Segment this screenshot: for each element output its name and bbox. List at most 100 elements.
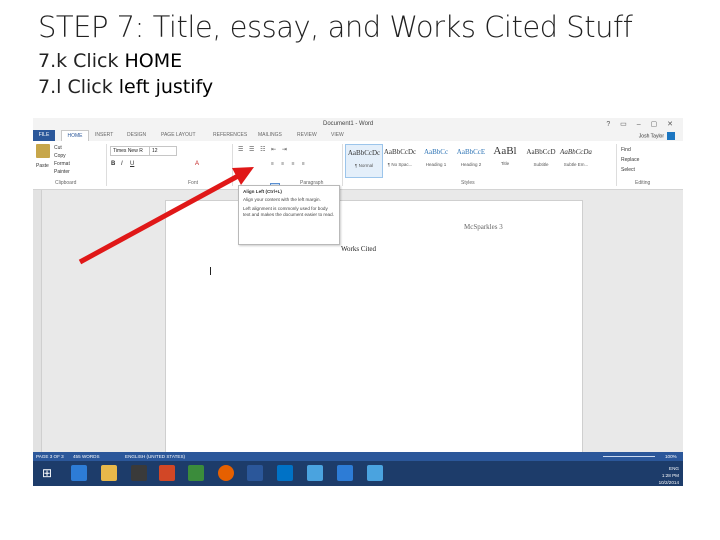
- style-sample: AaBbCcDc: [383, 148, 417, 156]
- settings-icon[interactable]: [307, 465, 323, 481]
- text-cursor: [210, 267, 211, 275]
- tab-view[interactable]: VIEW: [331, 132, 344, 138]
- windows-start-icon[interactable]: ⊞: [39, 465, 55, 481]
- user-account[interactable]: Josh Taylor: [639, 132, 675, 140]
- bold-icon[interactable]: B: [111, 161, 115, 167]
- style-normal[interactable]: AaBbCcDc ¶ Normal: [345, 144, 383, 178]
- style-name: Subtitle: [533, 162, 549, 167]
- paste-icon[interactable]: [36, 144, 50, 158]
- style-name: ¶ No Spac...: [387, 162, 413, 167]
- vertical-ruler: [33, 190, 42, 452]
- tray-time: 1:28 PM: [661, 473, 679, 478]
- style-sample: AaBbCc: [423, 148, 449, 156]
- tray-language: ENG: [669, 466, 679, 471]
- user-name: Josh Taylor: [638, 133, 664, 140]
- style-name: Heading 1: [425, 162, 447, 167]
- style-name: Title: [500, 161, 510, 166]
- tooltip-line: Left alignment is commonly used for body…: [243, 206, 334, 217]
- style-name: Heading 2: [460, 162, 482, 167]
- styles-group-label: Styles: [461, 180, 475, 186]
- title-bar: Document1 - Word ? ▭ – ▢ ✕: [33, 118, 683, 130]
- italic-icon[interactable]: I: [121, 161, 123, 167]
- app-icon[interactable]: [367, 465, 383, 481]
- style-sample: AaBbCcD: [526, 148, 556, 156]
- status-bar: PAGE 3 OF 3 455 WORDS ENGLISH (UNITED ST…: [33, 452, 683, 461]
- format-painter-button[interactable]: Format Painter: [54, 160, 70, 176]
- window-title: Document1 - Word: [323, 121, 374, 127]
- font-name-select[interactable]: Times New R: [110, 146, 150, 156]
- step-target: HOME: [124, 50, 183, 72]
- clipboard-label: Clipboard: [55, 180, 77, 186]
- zoom-slider[interactable]: [603, 456, 655, 457]
- step-instruction-home: 7.k Click HOME: [38, 50, 182, 72]
- powerpoint-icon[interactable]: [159, 465, 175, 481]
- copy-button[interactable]: Copy: [54, 152, 70, 160]
- style-heading-1[interactable]: AaBbCc Heading 1: [418, 144, 454, 176]
- style-sample: AaBbCcDc: [347, 149, 381, 157]
- calculator-icon[interactable]: [188, 465, 204, 481]
- word-count[interactable]: 455 WORDS: [73, 452, 100, 461]
- list-icons[interactable]: ☰ ☰ ☷ ⇤ ⇥: [238, 146, 289, 153]
- avatar: [667, 132, 675, 140]
- tab-review[interactable]: REVIEW: [297, 132, 317, 138]
- styles-gallery: AaBbCcDc ¶ Normal AaBbCcDc ¶ No Spac... Aa…: [345, 144, 595, 178]
- tab-insert[interactable]: INSERT: [95, 132, 113, 138]
- step-prefix: 7.k Click: [38, 50, 125, 72]
- firefox-icon[interactable]: [218, 465, 234, 481]
- internet-explorer-icon[interactable]: [337, 465, 353, 481]
- align-left-tooltip: Align Left (Ctrl+L) Align your content w…: [238, 185, 340, 245]
- divider: [106, 144, 107, 186]
- style-name: ¶ Normal: [354, 163, 374, 168]
- editing-group-label: Editing: [635, 180, 651, 186]
- underline-icon[interactable]: U: [130, 161, 134, 167]
- taskbar: ⊞ ENG 1:28 PM 10/2/2014: [33, 461, 683, 486]
- divider: [342, 144, 343, 186]
- tab-design[interactable]: DESIGN: [127, 132, 146, 138]
- page-header: McSparkles 3: [464, 223, 503, 231]
- select-button[interactable]: Select: [621, 165, 639, 175]
- zoom-level[interactable]: 100%: [665, 452, 677, 461]
- style-sample: AaBbCcDa: [560, 148, 592, 156]
- slide-title: STEP 7: Title, essay, and Works Cited St…: [38, 10, 633, 44]
- clipboard-group: Cut Copy Format Painter Paste: [36, 144, 70, 175]
- style-title[interactable]: AaBl Title: [487, 144, 523, 176]
- cut-button[interactable]: Cut: [54, 144, 70, 152]
- paste-button[interactable]: Paste: [36, 162, 49, 170]
- tab-references[interactable]: REFERENCES: [213, 132, 247, 138]
- step-prefix: 7.l Click: [38, 76, 119, 98]
- ribbon-tabs: FILE HOME INSERT DESIGN PAGE LAYOUT REFE…: [33, 130, 683, 142]
- tooltip-title: Align Left (Ctrl+L): [243, 189, 282, 194]
- language-status[interactable]: ENGLISH (UNITED STATES): [125, 452, 185, 461]
- tray-date: 10/2/2014: [658, 480, 679, 485]
- style-subtle-emphasis[interactable]: AaBbCcDa Subtle Em...: [558, 144, 594, 176]
- internet-explorer-icon[interactable]: [71, 465, 87, 481]
- page-count[interactable]: PAGE 3 OF 3: [36, 452, 64, 461]
- alignment-icons[interactable]: ≡ ≡ ≡ ≡: [271, 161, 308, 167]
- document-page[interactable]: McSparkles 3 Works Cited: [165, 200, 583, 454]
- window-controls[interactable]: ? ▭ – ▢ ✕: [606, 120, 677, 128]
- file-explorer-icon[interactable]: [101, 465, 117, 481]
- tooltip-line: Align your content with the left margin.: [243, 197, 321, 202]
- style-subtitle[interactable]: AaBbCcD Subtitle: [523, 144, 559, 176]
- divider: [232, 144, 233, 186]
- system-tray[interactable]: ENG 1:28 PM 10/2/2014: [659, 465, 679, 486]
- style-name: Subtle Em...: [563, 162, 589, 167]
- style-no-spacing[interactable]: AaBbCcDc ¶ No Spac...: [382, 144, 418, 176]
- font-size-select[interactable]: 12: [149, 146, 177, 156]
- media-icon[interactable]: [131, 465, 147, 481]
- tab-file[interactable]: FILE: [33, 130, 55, 141]
- tab-page-layout[interactable]: PAGE LAYOUT: [161, 132, 196, 138]
- outlook-icon[interactable]: [277, 465, 293, 481]
- style-sample: AaBl: [493, 145, 517, 157]
- style-heading-2[interactable]: AaBbCcE Heading 2: [453, 144, 489, 176]
- step-instruction-left-justify: 7.l Click left justify: [38, 76, 213, 98]
- editing-group: Find Replace Select: [621, 145, 639, 175]
- find-button[interactable]: Find: [621, 145, 639, 155]
- works-cited-heading: Works Cited: [341, 245, 377, 253]
- replace-button[interactable]: Replace: [621, 155, 639, 165]
- ribbon-home: Cut Copy Format Painter Paste Clipboard …: [33, 141, 683, 192]
- word-icon[interactable]: [247, 465, 263, 481]
- divider: [616, 144, 617, 186]
- tab-mailings[interactable]: MAILINGS: [258, 132, 282, 138]
- font-color-icon[interactable]: A: [195, 161, 199, 167]
